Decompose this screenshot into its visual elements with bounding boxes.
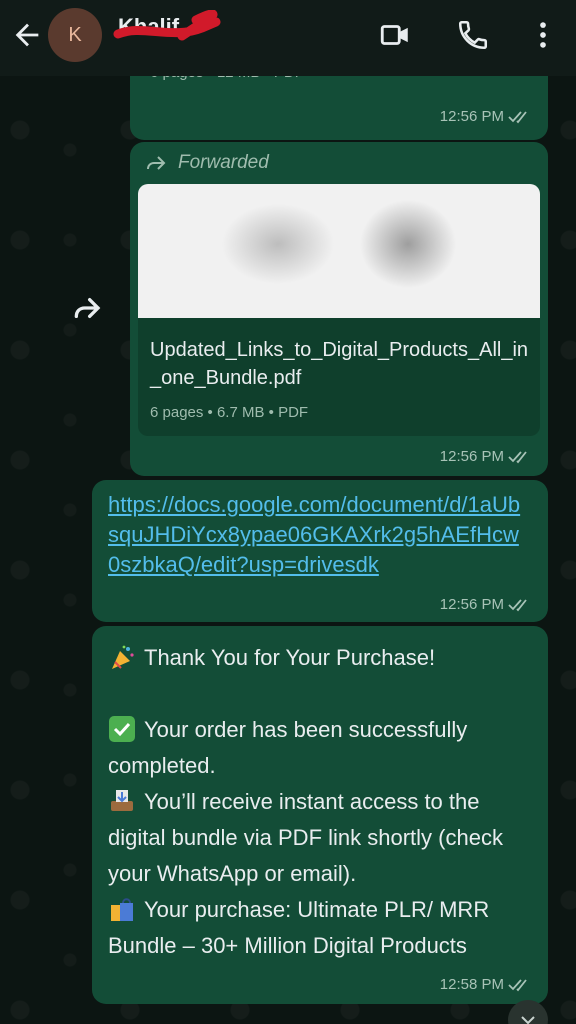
forwarded-icon <box>147 156 166 170</box>
party-popper-icon <box>112 645 134 669</box>
message-time: 12:56 PM <box>440 108 534 125</box>
video-call-icon[interactable] <box>378 18 412 52</box>
double-check-icon <box>508 450 527 463</box>
message-line-thanks: Thank You for Your Purchase! <box>108 640 534 676</box>
forwarded-label: Forwarded <box>144 152 269 174</box>
message-forwarded-document[interactable]: Forwarded Updated_Links_to_Digital_Produ… <box>130 142 548 476</box>
document-file-name: Updated_Links_to_Digital_Products_All_in… <box>150 339 529 389</box>
google-docs-link[interactable]: https://docs.google.com/document/d/1aUbs… <box>108 490 528 580</box>
back-arrow-icon[interactable] <box>10 18 44 52</box>
document-meta: 6 pages • 6.7 MB • PDF <box>150 404 309 421</box>
forward-message-button[interactable] <box>68 288 108 328</box>
message-link[interactable]: https://docs.google.com/document/d/1aUbs… <box>92 480 548 622</box>
double-check-icon <box>508 978 527 991</box>
double-check-icon <box>508 598 527 611</box>
check-mark-button-icon <box>109 716 135 742</box>
chevron-down-icon <box>521 1016 535 1024</box>
message-line-access: You’ll receive instant access to the dig… <box>108 789 503 886</box>
message-line-order: Your order has been successfully complet… <box>108 716 468 778</box>
redaction-scribble <box>113 10 221 41</box>
avatar[interactable]: K <box>48 8 102 62</box>
document-preview-thumbnail[interactable] <box>138 184 540 318</box>
message-purchase-confirmation[interactable]: Thank You for Your Purchase! Your order … <box>92 626 548 1004</box>
message-time: 12:56 PM <box>440 448 534 465</box>
inbox-tray-icon <box>111 790 133 811</box>
chat-header: K Khalif <box>0 0 576 76</box>
shopping-bags-icon <box>111 898 133 921</box>
message-time: 12:56 PM <box>440 596 534 613</box>
double-check-icon <box>508 110 527 123</box>
message-body: Thank You for Your Purchase! Your order … <box>108 640 534 964</box>
voice-call-icon[interactable] <box>456 18 490 52</box>
message-time: 12:58 PM <box>440 976 534 993</box>
more-options-icon[interactable] <box>526 18 560 52</box>
document-card[interactable]: Updated_Links_to_Digital_Products_All_in… <box>138 318 540 436</box>
message-line-product: Your purchase: Ultimate PLR/ MRR Bundle … <box>108 897 490 958</box>
